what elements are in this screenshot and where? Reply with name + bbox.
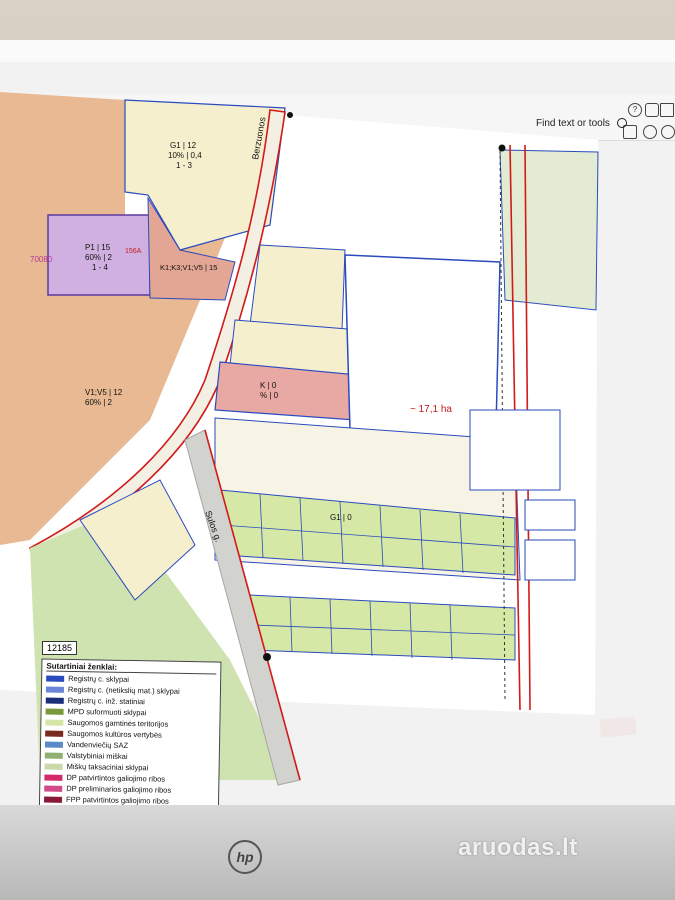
legend-label: Miškų taksaciniai sklypai: [66, 761, 149, 773]
label-k0-pct: % | 0: [260, 391, 279, 400]
survey-point-1: [498, 144, 506, 152]
label-p1-density: 60% | 2: [85, 253, 113, 262]
label-k0: K | 0: [260, 381, 277, 390]
label-area: ~ 17,1 ha: [410, 404, 452, 415]
label-70080: 70080: [30, 255, 53, 264]
site-watermark: aruodas.lt: [458, 834, 578, 861]
label-p1-floors: 1 - 4: [92, 263, 109, 272]
label-k1: K1;K3;V1;V5 | 15: [160, 263, 217, 272]
legend-swatch: [44, 741, 64, 748]
survey-point-3: [287, 112, 293, 118]
legend-label: Vandenviečių SAZ: [66, 739, 129, 750]
legend-label: MPD suformuoti sklypai: [67, 706, 147, 718]
map-code-box: 12185: [42, 641, 78, 655]
legend-swatch: [45, 686, 65, 693]
legend-swatch: [45, 719, 64, 726]
legend-label: Valstybiniai miškai: [66, 750, 128, 761]
legend-swatch: [45, 697, 64, 704]
legend-swatch: [45, 708, 64, 715]
label-v1-density: 60% | 2: [85, 398, 113, 407]
label-g1-top: G1 | 12: [170, 141, 197, 150]
legend-swatch: [46, 675, 65, 682]
legend-label: Saugomos gamtinės teritorijos: [67, 717, 169, 729]
label-g1-top-density: 10% | 0,4: [168, 151, 202, 160]
sticky-tag: [599, 716, 637, 738]
label-g1-lot: G1 | 0: [330, 513, 352, 522]
legend-label: DP patvirtintos galiojimo ribos: [66, 772, 166, 784]
legend-swatch: [44, 785, 63, 792]
label-p1: P1 | 15: [85, 243, 111, 252]
label-g1-top-floors: 1 - 3: [176, 161, 193, 170]
legend-label: DP preliminarios galiojimo ribos: [66, 783, 172, 795]
survey-point-2: [263, 653, 271, 661]
legend-label: Registrų c. sklypai: [68, 673, 130, 684]
legend-swatch: [45, 730, 64, 737]
right-green-area: [499, 149, 599, 311]
legend-swatch: [44, 752, 63, 759]
label-v1: V1;V5 | 12: [85, 388, 123, 397]
legend-swatch: [44, 796, 63, 803]
legend-swatch: [44, 763, 63, 770]
hp-logo: hp: [228, 840, 262, 874]
label-156a: 156A: [125, 248, 142, 255]
legend-label: Registrų c. (netikslių mat.) sklypai: [67, 684, 180, 696]
legend-swatch: [44, 774, 63, 781]
legend-label: Registrų c. inž. statiniai: [67, 695, 145, 707]
residential-strip-1: [249, 244, 346, 331]
legend-label: Saugomos kultūros vertybės: [67, 728, 162, 740]
